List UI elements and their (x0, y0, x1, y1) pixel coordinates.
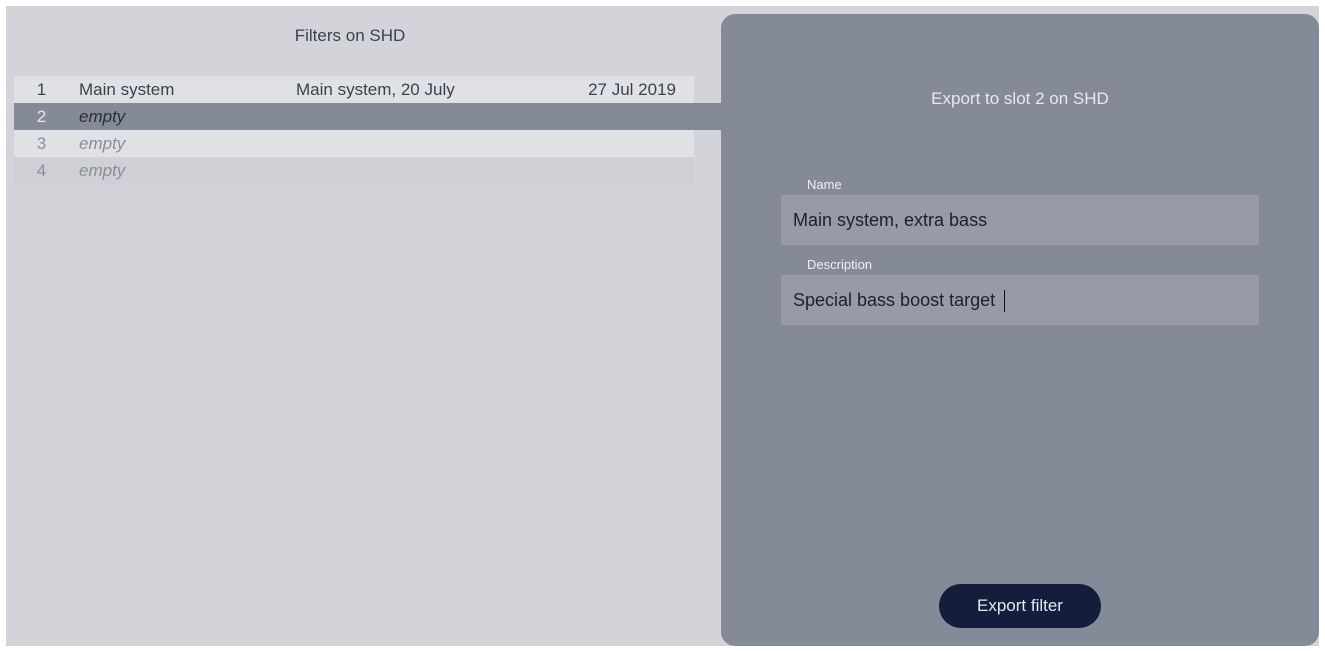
app-window: Filters on SHD 1 Main system Main system… (6, 6, 1319, 646)
filter-date: 27 Jul 2019 (588, 79, 676, 99)
name-label: Name (807, 177, 842, 192)
name-field[interactable] (781, 195, 1259, 245)
filter-name: empty (79, 133, 126, 153)
export-filter-button[interactable]: Export filter (939, 584, 1101, 628)
slot-number: 3 (36, 133, 47, 153)
filter-list: 1 Main system Main system, 20 July 27 Ju… (14, 76, 729, 184)
list-item[interactable]: 4 empty (14, 157, 694, 184)
filter-list-panel: Filters on SHD 1 Main system Main system… (6, 6, 729, 646)
export-title: Export to slot 2 on SHD (931, 89, 1109, 108)
filter-description: Main system, 20 July (296, 79, 455, 99)
list-item[interactable]: 3 empty (14, 130, 694, 157)
list-title: Filters on SHD (294, 26, 406, 45)
filter-name: Main system (79, 79, 175, 99)
description-label: Description (807, 257, 873, 272)
filter-name: empty (79, 106, 126, 126)
export-panel: Export to slot 2 on SHD Name Description… (721, 14, 1319, 646)
filter-name: empty (79, 160, 126, 180)
slot-number: 4 (36, 160, 47, 180)
slot-number: 1 (36, 79, 47, 99)
description-field[interactable] (781, 275, 1259, 325)
slot-number: 2 (36, 106, 47, 126)
list-item[interactable]: 1 Main system Main system, 20 July 27 Ju… (14, 76, 694, 103)
text-caret (1004, 290, 1005, 312)
list-item-selected[interactable]: 2 empty (14, 103, 729, 130)
